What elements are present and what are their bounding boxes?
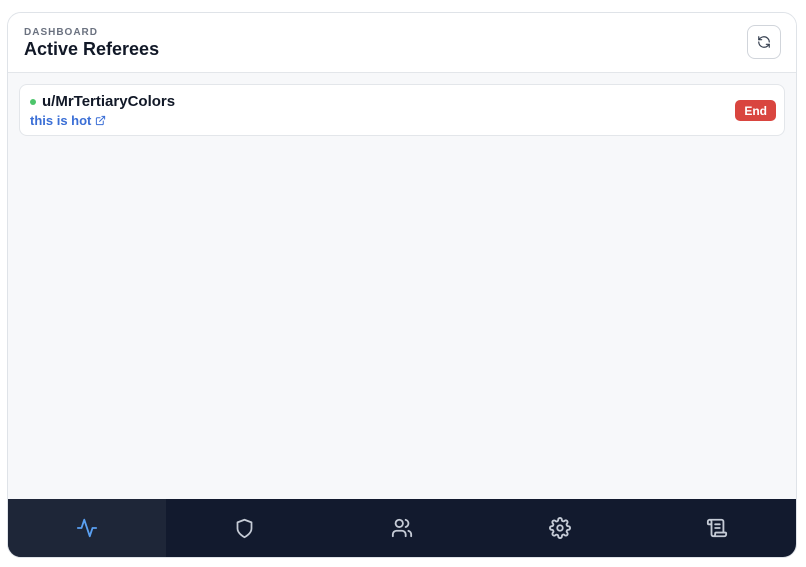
nav-item-logs[interactable]: [638, 499, 796, 557]
scroll-icon: [707, 518, 728, 538]
nav-item-activity[interactable]: [8, 499, 166, 557]
page-header: DASHBOARD Active Referees: [8, 13, 796, 73]
status-dot: [30, 99, 36, 105]
activity-icon: [76, 518, 97, 538]
refresh-icon: [758, 36, 770, 48]
referee-card: u/MrTertiaryColors this is hot End: [19, 84, 785, 136]
post-link-label: this is hot: [30, 113, 92, 128]
nav-item-shield[interactable]: [166, 499, 324, 557]
nav-item-settings[interactable]: [481, 499, 639, 557]
refresh-button[interactable]: [747, 25, 781, 59]
gear-icon: [548, 517, 571, 539]
shield-icon: [236, 518, 253, 538]
users-icon: [391, 518, 413, 538]
bottom-nav: [8, 499, 796, 557]
end-button[interactable]: End: [735, 100, 776, 121]
external-link-icon: [96, 115, 106, 126]
page-title: Active Referees: [24, 39, 160, 59]
post-link[interactable]: this is hot: [30, 113, 106, 128]
nav-item-users[interactable]: [323, 499, 481, 557]
page-eyebrow: DASHBOARD: [24, 27, 98, 38]
referee-username: u/MrTertiaryColors: [42, 93, 176, 110]
app-window: DASHBOARD Active Referees u/MrTertiaryCo…: [7, 12, 797, 558]
referee-list: u/MrTertiaryColors this is hot End: [8, 73, 796, 499]
